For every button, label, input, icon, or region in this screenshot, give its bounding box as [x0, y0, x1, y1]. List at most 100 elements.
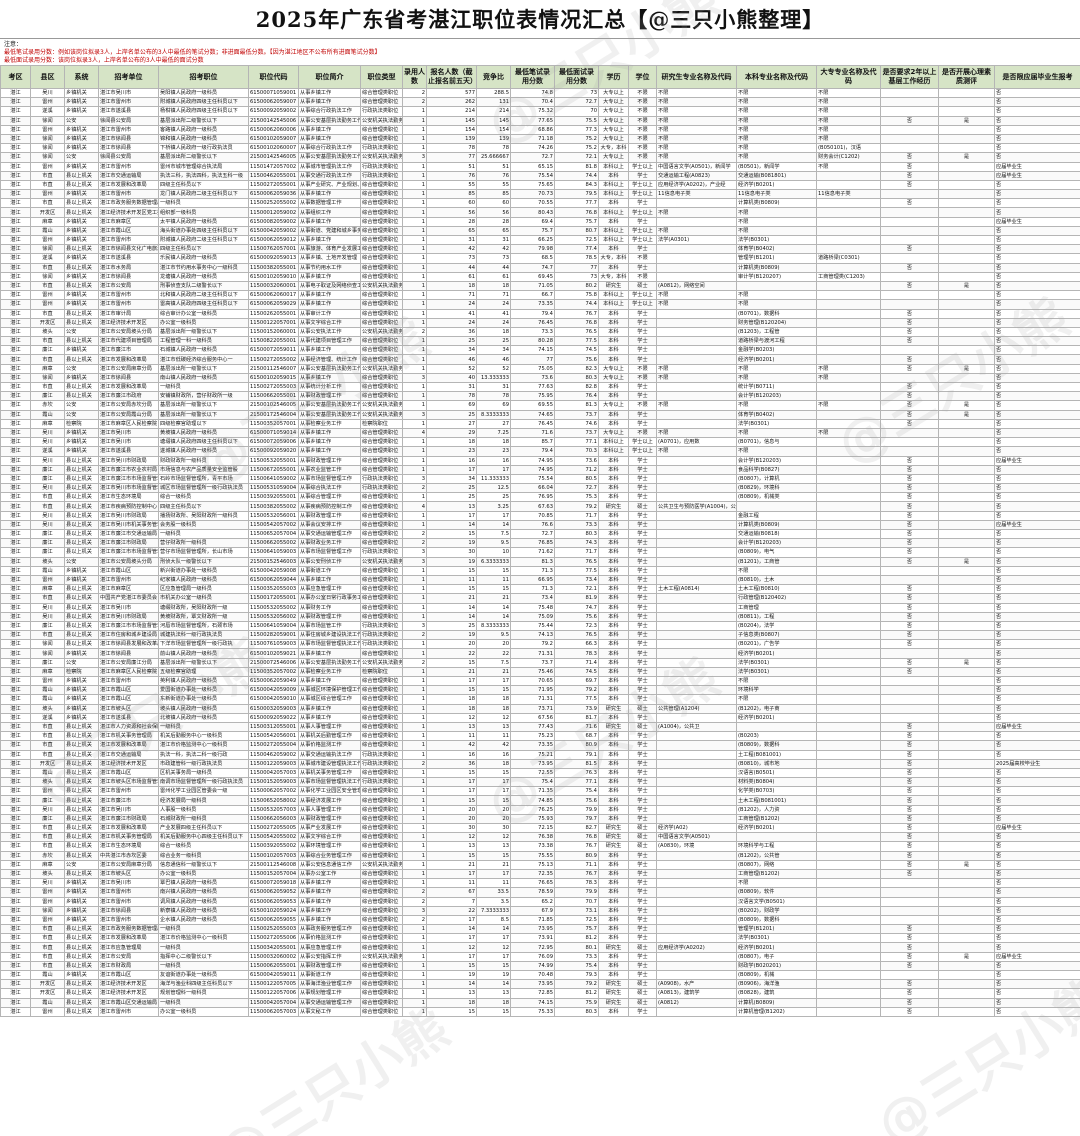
column-header: 职位类型: [360, 65, 403, 89]
table-cell: 1: [402, 832, 427, 843]
table-cell: 73.9: [554, 703, 599, 714]
table-cell: 77.5: [554, 336, 599, 347]
table-row: 湛江 吴川 县以上机关 湛江市吴川市 人事股一级科员 11500532057003 从事人事…: [0, 804, 1080, 815]
table-cell: 145: [476, 115, 511, 126]
table-cell: 管理学(B1201): [736, 924, 817, 935]
table-cell: 否: [994, 437, 1080, 448]
table-row: 湛江 市直 县以上机关 湛江市代建项目管理局 工程管理一科一级科员 11500822055…: [0, 336, 1080, 347]
table-cell: 从事公安刑侦工作: [298, 556, 361, 567]
table-cell: 65.15: [510, 161, 555, 172]
table-cell: 学士: [628, 418, 657, 429]
table-row: 湛江 吴川 乡镇机关 湛江市吴川市 吴阳镇人民政府一级科员 61500071059001 从…: [0, 87, 1080, 99]
table-cell: 会计学(B120203): [736, 391, 817, 402]
table-cell: 14: [476, 519, 511, 531]
table-cell: 从事乡镇工作: [298, 290, 361, 301]
table-cell: [816, 878, 881, 889]
table-cell: 湛江市发展和改革局: [98, 179, 159, 191]
table-cell: 市直: [30, 593, 65, 604]
table-row: 湛江 市直 县以上机关 湛江市机关事务管理局 机关后勤服务中心一级科员 115005420…: [0, 731, 1080, 742]
table-row: 湛江 市直 县以上机关 湛江市发展和改革局 湛江市价格监测中心一级科员 115002720…: [0, 740, 1080, 751]
table-cell: 1: [402, 694, 427, 705]
table-cell: [938, 960, 995, 972]
table-cell: 80.3: [554, 528, 599, 540]
table-cell: [938, 942, 995, 953]
table-cell: 本科: [598, 694, 629, 705]
table-cell: [656, 859, 737, 870]
table-cell: 公安机关执法勤务: [360, 326, 403, 338]
table-cell: 1: [402, 721, 427, 733]
table-cell: [656, 813, 737, 825]
table-cell: [816, 675, 881, 687]
table-cell: 1: [402, 437, 427, 448]
table-cell: 综合管理类职位: [360, 1006, 403, 1017]
table-cell: 否: [994, 786, 1080, 797]
table-cell: 77.1: [554, 437, 599, 448]
table-cell: 2: [402, 538, 427, 549]
table-cell: 否: [880, 528, 939, 540]
table-cell: 1: [402, 418, 427, 429]
table-cell: 75.32: [510, 106, 555, 117]
table-cell: 1: [402, 381, 427, 393]
table-cell: 不限: [656, 446, 737, 457]
table-cell: 县以上机关: [64, 538, 99, 549]
table-cell: 综合管理类职位: [360, 712, 403, 723]
table-cell: 31: [426, 381, 477, 393]
table-cell: 从事代建项目管理工作: [298, 336, 361, 347]
table-cell: 1: [402, 124, 427, 135]
table-cell: 13: [426, 501, 477, 512]
table-cell: 41: [476, 308, 511, 319]
table-cell: 湛江市审计局: [98, 308, 159, 319]
table-cell: 11500122057001: [248, 317, 299, 328]
table-cell: 学士: [628, 685, 657, 696]
table-row: 湛江 雷州 乡镇机关 湛江市雷州市 客路镇人民政府一级科员 61500062060006 从…: [0, 124, 1080, 135]
table-cell: 学士: [628, 758, 657, 769]
table-cell: 从事交通运输管理工作: [298, 997, 361, 1008]
table-cell: [880, 712, 939, 723]
table-cell: 应届毕业生: [994, 822, 1080, 834]
table-cell: 75.54: [510, 473, 555, 485]
table-cell: 综合管理类职位: [360, 216, 403, 227]
table-row: 湛江 雷州 乡镇机关 湛江市雷州市 英利镇人民政府一级科员 61500062059049 从…: [0, 675, 1080, 687]
table-row: 湛江 市直 县以上机关 湛江市公安局 指挥中心二级警长以下 11500032060002 从…: [0, 951, 1080, 962]
table-cell: 综合管理类职位: [360, 299, 403, 310]
table-cell: (B0809)，软件: [736, 887, 817, 898]
table-cell: 从事街道、党建和城乡事务工作: [298, 225, 361, 237]
table-cell: 19: [426, 630, 477, 641]
table-cell: 从事产业发展工作: [298, 822, 361, 834]
table-cell: [938, 813, 995, 825]
table-cell: [880, 106, 939, 117]
table-cell: 否: [994, 143, 1080, 154]
table-cell: 30: [476, 822, 511, 834]
table-cell: 是: [938, 400, 995, 411]
table-cell: 否: [994, 179, 1080, 191]
table-cell: 否: [994, 133, 1080, 145]
table-cell: 2: [402, 758, 427, 769]
table-cell: [938, 198, 995, 209]
table-cell: 湛江: [0, 538, 31, 549]
table-cell: 70.4: [510, 97, 555, 108]
table-cell: 市政建管科一级行政执法员: [158, 758, 249, 769]
table-row: 湛江 市直 县以上机关 湛江市发展和改革局 四级主任科员以下 11500272055001…: [0, 179, 1080, 191]
table-cell: 从事经济发展工作: [298, 795, 361, 806]
table-cell: 从事乡镇工作: [298, 905, 361, 916]
table-cell: 廉江: [30, 473, 65, 485]
table-cell: 否: [994, 538, 1080, 549]
table-cell: 基层派出所二级警长以下: [158, 152, 249, 163]
table-cell: 19: [426, 969, 477, 981]
table-cell: 否: [994, 767, 1080, 779]
table-cell: 从事会议安排工作: [298, 519, 361, 531]
table-cell: 县以上机关: [64, 758, 99, 769]
table-cell: (B1202)，公共管: [736, 850, 817, 861]
table-cell: 公安机关执法勤务: [360, 951, 403, 962]
table-cell: 食品科学(B0827): [736, 464, 817, 475]
table-cell: [938, 565, 995, 576]
table-cell: 综合管理类职位: [360, 455, 403, 466]
table-cell: 太平镇人民政府一级科员: [158, 216, 249, 227]
table-cell: 综合管理类职位: [360, 574, 403, 586]
table-cell: 大专以上: [598, 115, 629, 126]
table-cell: 72.7: [510, 152, 555, 163]
table-cell: 71.05: [510, 280, 555, 292]
table-cell: 从事城市管理执法工作: [298, 161, 361, 172]
table-cell: [880, 703, 939, 714]
table-cell: 学士: [628, 960, 657, 972]
